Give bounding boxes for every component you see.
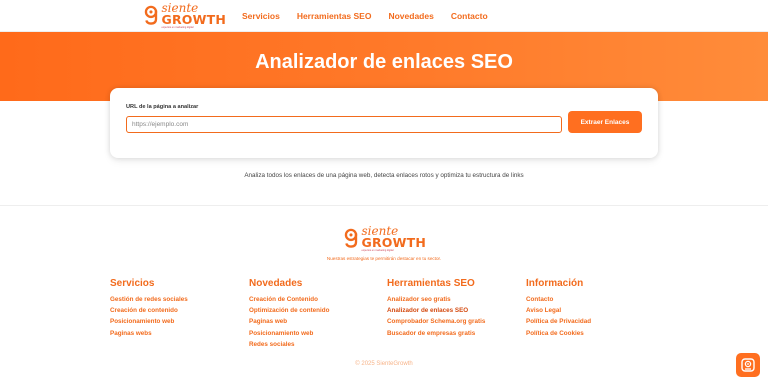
- footer-logo-text: siente GROWTH expertos en marketing digi…: [362, 225, 427, 253]
- main-nav: Servicios Herramientas SEO Novedades Con…: [242, 11, 505, 21]
- footer-link[interactable]: Paginas webs: [110, 330, 188, 337]
- footer-link[interactable]: Contacto: [526, 296, 591, 303]
- footer-link[interactable]: Política de Cookies: [526, 330, 591, 337]
- footer-link[interactable]: Posicionamiento web: [249, 330, 329, 337]
- hint-text: Analiza todos los enlaces de una página …: [244, 172, 524, 179]
- footer-col-title: Herramientas SEO: [387, 278, 475, 289]
- page-title: Analizador de enlaces SEO: [255, 51, 513, 73]
- logo-text: siente GROWTH expertos en marketing digi…: [162, 2, 227, 29]
- url-label: URL de la página a analizar: [126, 104, 199, 110]
- footer-col-title: Información: [526, 278, 584, 289]
- nav-herramientas-seo[interactable]: Herramientas SEO: [297, 11, 372, 21]
- chat-bot-icon: [741, 358, 755, 372]
- footer-link[interactable]: Redes sociales: [249, 341, 329, 348]
- footer-link[interactable]: Optimización de contenido: [249, 307, 329, 314]
- logo-growth: GROWTH: [161, 12, 226, 27]
- site-footer: siente GROWTH expertos en marketing digi…: [0, 205, 768, 379]
- footer-link[interactable]: Creación de contenido: [110, 307, 188, 314]
- nav-novedades[interactable]: Novedades: [388, 11, 433, 21]
- footer-logo[interactable]: siente GROWTH expertos en marketing digi…: [344, 225, 426, 253]
- footer-brand-g-icon: [344, 228, 358, 248]
- footer-col-title: Novedades: [249, 278, 303, 289]
- footer-link[interactable]: Buscador de empresas gratis: [387, 330, 485, 337]
- chat-bot-button[interactable]: [736, 353, 760, 377]
- footer-link[interactable]: Analizador seo gratis: [387, 296, 485, 303]
- footer-link[interactable]: Gestión de redes sociales: [110, 296, 188, 303]
- nav-contacto[interactable]: Contacto: [451, 11, 488, 21]
- footer-col-servicios: Servicios Gestión de redes sociales Crea…: [110, 278, 188, 341]
- footer-col-novedades: Novedades Creación de Contenido Optimiza…: [249, 278, 329, 352]
- nav-servicios[interactable]: Servicios: [242, 11, 280, 21]
- footer-logo-growth: GROWTH: [361, 235, 426, 250]
- footer-col-title: Servicios: [110, 278, 155, 289]
- copyright: © 2025 SienteGrowth: [355, 361, 413, 367]
- url-input[interactable]: [126, 116, 562, 133]
- extract-links-button[interactable]: Extraer Enlaces: [568, 111, 642, 133]
- footer-link[interactable]: Comprobador Schema.org gratis: [387, 318, 485, 325]
- footer-link[interactable]: Posicionamiento web: [110, 318, 188, 325]
- footer-link[interactable]: Aviso Legal: [526, 307, 591, 314]
- footer-col-informacion: Información Contacto Aviso Legal Polític…: [526, 278, 591, 341]
- footer-tagline: Nuestras estrategias te permitirán desta…: [326, 256, 442, 261]
- site-header: siente GROWTH expertos en marketing digi…: [0, 0, 768, 32]
- analyzer-card: URL de la página a analizar Extraer Enla…: [110, 88, 658, 158]
- footer-link[interactable]: Paginas web: [249, 318, 329, 325]
- footer-link-active[interactable]: Analizador de enlaces SEO: [387, 307, 485, 314]
- footer-link[interactable]: Política de Privacidad: [526, 318, 591, 325]
- footer-link[interactable]: Creación de Contenido: [249, 296, 329, 303]
- footer-col-herramientas: Herramientas SEO Analizador seo gratis A…: [387, 278, 485, 341]
- brand-g-icon: [144, 5, 158, 25]
- site-logo[interactable]: siente GROWTH expertos en marketing digi…: [144, 2, 226, 30]
